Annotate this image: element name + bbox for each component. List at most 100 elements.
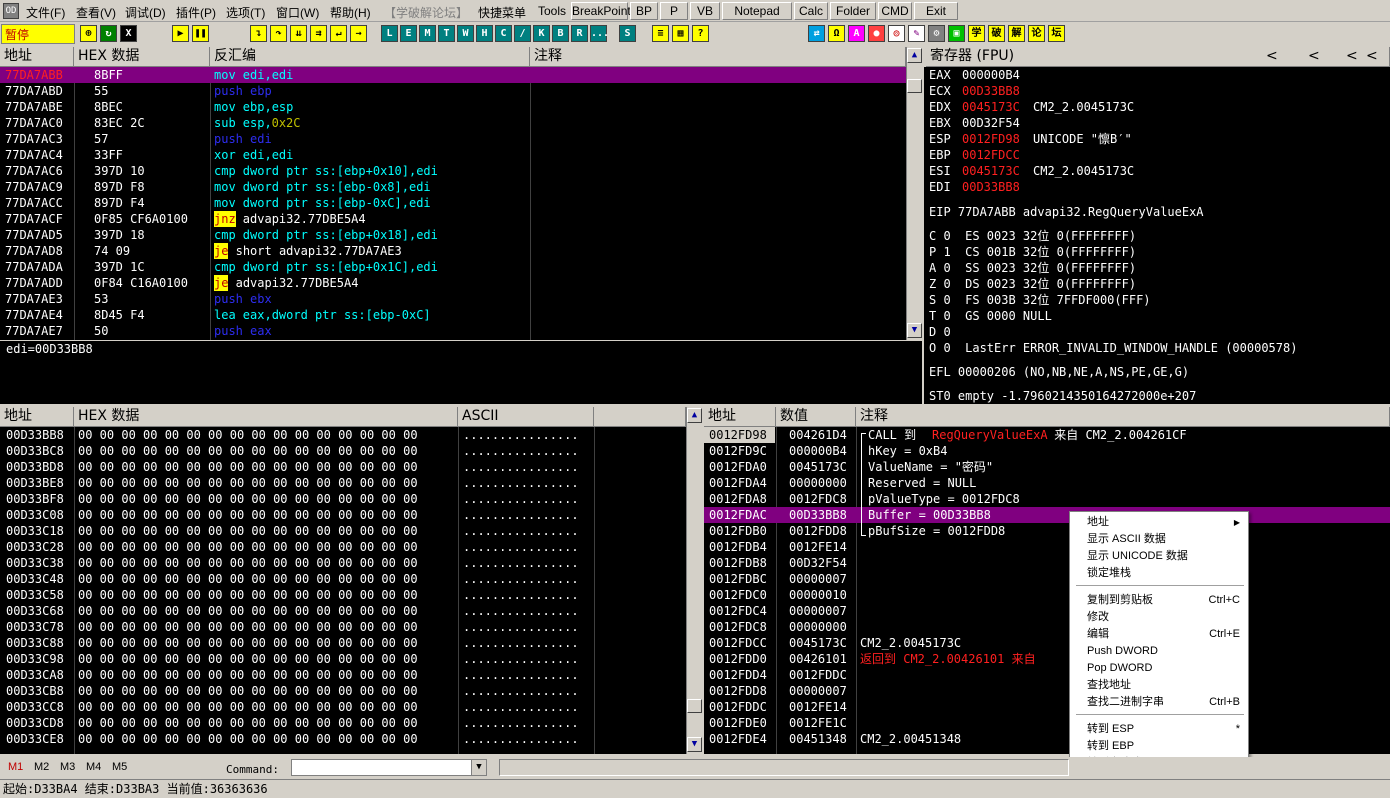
window-m-button[interactable]: M bbox=[419, 25, 436, 42]
dump-row[interactable]: 00D33BE8 00 00 00 00 00 00 00 00 00 00 00… bbox=[0, 475, 686, 491]
tab-m2[interactable]: M2 bbox=[34, 761, 49, 773]
disasm-row[interactable]: 77DA7AD8 74 09 je short advapi32.77DA7AE3 bbox=[0, 243, 906, 259]
dump-row[interactable]: 00D33BC8 00 00 00 00 00 00 00 00 00 00 00… bbox=[0, 443, 686, 459]
dump-pane[interactable]: 00D33BB8 00 00 00 00 00 00 00 00 00 00 00… bbox=[0, 427, 686, 754]
execute-till-return-icon[interactable]: ↵ bbox=[330, 25, 347, 42]
breakpoint-button[interactable]: BreakPoint bbox=[571, 2, 631, 20]
restart-icon[interactable]: ↻ bbox=[100, 25, 117, 42]
trace-into-icon[interactable]: ⇊ bbox=[290, 25, 307, 42]
command-dropdown-icon[interactable]: ▼ bbox=[471, 760, 486, 775]
step-over-icon[interactable]: ↷ bbox=[270, 25, 287, 42]
dump-row[interactable]: 00D33BF8 00 00 00 00 00 00 00 00 00 00 00… bbox=[0, 491, 686, 507]
register-value[interactable]: 0012FDCC bbox=[962, 147, 1020, 163]
menu-options[interactable]: 选项(T) bbox=[226, 4, 265, 21]
stack-row[interactable]: 0012FDA4 00000000 Reserved = NULL bbox=[704, 475, 1390, 491]
disasm-row[interactable]: 77DA7AC9 897D F8 mov dword ptr ss:[ebp-0x8]… bbox=[0, 179, 906, 195]
cpu-disasm-header[interactable]: 反汇编 bbox=[210, 47, 530, 67]
window-h-button[interactable]: H bbox=[476, 25, 493, 42]
dump-scroll-thumb[interactable] bbox=[687, 699, 702, 713]
menu-window[interactable]: 窗口(W) bbox=[276, 4, 319, 21]
window-dots-button[interactable]: ... bbox=[590, 25, 609, 42]
stack-row[interactable]: 0012FDC4 00000007 bbox=[704, 603, 1390, 619]
window-c-button[interactable]: C bbox=[495, 25, 512, 42]
dump-row[interactable]: 00D33C68 00 00 00 00 00 00 00 00 00 00 00… bbox=[0, 603, 686, 619]
forum-lun-button[interactable]: 论 bbox=[1028, 25, 1045, 42]
dump-scrollbar[interactable]: ▲ ▼ bbox=[686, 407, 702, 754]
stack-row[interactable]: 0012FDD4 0012FDDC bbox=[704, 667, 1390, 683]
stack-row[interactable]: 0012FDE4 00451348 CM2_2.00451348 bbox=[704, 731, 1390, 747]
trace-over-icon[interactable]: ⇉ bbox=[310, 25, 327, 42]
stack-row[interactable]: 0012FDD0 00426101 返回到 CM2_2.00426101 来自 bbox=[704, 651, 1390, 667]
flag-line[interactable]: O 0 LastErr ERROR_INVALID_WINDOW_HANDLE … bbox=[929, 340, 1297, 356]
disasm-row[interactable]: 77DA7AE3 53 push ebx bbox=[0, 291, 906, 307]
disasm-row[interactable]: 77DA7ACC 897D F4 mov dword ptr ss:[ebp-0xC]… bbox=[0, 195, 906, 211]
scroll-thumb[interactable] bbox=[907, 79, 922, 93]
screen-icon[interactable]: ▣ bbox=[948, 25, 965, 42]
stack-row[interactable]: 0012FDC8 00000000 bbox=[704, 619, 1390, 635]
register-line[interactable]: EDI 00D33BB8 bbox=[929, 179, 1389, 195]
disasm-row[interactable]: 77DA7AC0 83EC 2C sub esp, 0x2C bbox=[0, 115, 906, 131]
register-line[interactable]: EAX 000000B4 bbox=[929, 67, 1389, 83]
stack-row[interactable]: 0012FDD8 00000007 bbox=[704, 683, 1390, 699]
notepad-button[interactable]: Notepad bbox=[722, 2, 792, 20]
stack-row[interactable]: 0012FDA0 0045173C ValueName = "密码" bbox=[704, 459, 1390, 475]
dump-ascii-header[interactable]: ASCII bbox=[458, 407, 594, 427]
dump-row[interactable]: 00D33C48 00 00 00 00 00 00 00 00 00 00 00… bbox=[0, 571, 686, 587]
run-icon[interactable]: ▶ bbox=[172, 25, 189, 42]
dump-row[interactable]: 00D33CE8 00 00 00 00 00 00 00 00 00 00 00… bbox=[0, 731, 686, 747]
context-menu-item[interactable]: 复制到剪贴板 Ctrl+C bbox=[1070, 592, 1248, 609]
disasm-row[interactable]: 77DA7ABB 8BFF mov edi,edi bbox=[0, 67, 906, 83]
forum-tan-button[interactable]: 坛 bbox=[1048, 25, 1065, 42]
dump-row[interactable]: 00D33C98 00 00 00 00 00 00 00 00 00 00 00… bbox=[0, 651, 686, 667]
cpu-comment-header[interactable]: 注释 bbox=[530, 47, 906, 67]
scroll-down-icon[interactable]: ▼ bbox=[907, 323, 922, 338]
stack-row[interactable]: 0012FDB0 0012FDD8 pBufSize = 0012FDD8 bbox=[704, 523, 1390, 539]
dump-addr-header[interactable]: 地址 bbox=[0, 407, 74, 427]
context-menu-item[interactable]: 显示 UNICODE 数据 bbox=[1070, 548, 1248, 565]
dump-row[interactable]: 00D33CB8 00 00 00 00 00 00 00 00 00 00 00… bbox=[0, 683, 686, 699]
dump-scroll-down-icon[interactable]: ▼ bbox=[687, 737, 702, 752]
dump-hex-header[interactable]: HEX 数据 bbox=[74, 407, 458, 427]
grid-icon[interactable]: ▦ bbox=[672, 25, 689, 42]
step-into-icon[interactable]: ↴ bbox=[250, 25, 267, 42]
target-icon[interactable]: ◎ bbox=[888, 25, 905, 42]
a-icon[interactable]: A bbox=[848, 25, 865, 42]
reg-arrow-3[interactable]: < bbox=[1346, 47, 1358, 66]
stack-row[interactable]: 0012FDA8 0012FDC8 pValueType = 0012FDC8 bbox=[704, 491, 1390, 507]
stack-row[interactable]: 0012FDCC 0045173C CM2_2.0045173C bbox=[704, 635, 1390, 651]
registers-header[interactable]: 寄存器 (FPU) < < < < bbox=[926, 47, 1390, 67]
window-k-button[interactable]: K bbox=[533, 25, 550, 42]
register-line[interactable]: ECX 00D33BB8 bbox=[929, 83, 1389, 99]
app-icon[interactable]: OD bbox=[3, 3, 19, 19]
register-value[interactable]: 0045173C bbox=[962, 163, 1020, 179]
stack-row[interactable]: 0012FDB8 00D32F54 bbox=[704, 555, 1390, 571]
context-menu-item[interactable]: 查找二进制字串 Ctrl+B bbox=[1070, 694, 1248, 711]
window-b-button[interactable]: B bbox=[552, 25, 569, 42]
plugin-icon[interactable]: Ω bbox=[828, 25, 845, 42]
register-value[interactable]: 00D32F54 bbox=[962, 115, 1020, 131]
stack-pane[interactable]: 0012FD98 004261D4 CALL 到 RegQueryValueExA … bbox=[704, 427, 1390, 754]
menu-forum[interactable]: 【学破解论坛】 bbox=[384, 4, 468, 21]
reg-arrow-4[interactable]: < bbox=[1366, 47, 1378, 66]
exit-button[interactable]: Exit bbox=[914, 2, 958, 20]
open-icon[interactable]: ⊕ bbox=[80, 25, 97, 42]
disasm-row[interactable]: 77DA7ADA 397D 1C cmp dword ptr ss:[ebp+0x1C… bbox=[0, 259, 906, 275]
flag-line[interactable]: S 0 FS 003B 32位 7FFDF000(FFF) bbox=[929, 292, 1151, 308]
stack-addr-header[interactable]: 地址 bbox=[704, 407, 776, 427]
help-icon[interactable]: ? bbox=[692, 25, 709, 42]
record-icon[interactable]: ● bbox=[868, 25, 885, 42]
flag-line[interactable]: Z 0 DS 0023 32位 0(FFFFFFFF) bbox=[929, 276, 1136, 292]
dump-row[interactable]: 00D33C88 00 00 00 00 00 00 00 00 00 00 00… bbox=[0, 635, 686, 651]
stack-val-header[interactable]: 数值 bbox=[776, 407, 856, 427]
menu-help[interactable]: 帮助(H) bbox=[330, 4, 371, 21]
calc-button[interactable]: Calc bbox=[794, 2, 828, 20]
reg-arrow-2[interactable]: < bbox=[1308, 47, 1320, 66]
stack-row[interactable]: 0012FDAC 00D33BB8 Buffer = 00D33BB8 bbox=[704, 507, 1390, 523]
dump-row[interactable]: 00D33CD8 00 00 00 00 00 00 00 00 00 00 00… bbox=[0, 715, 686, 731]
dump-row[interactable]: 00D33C78 00 00 00 00 00 00 00 00 00 00 00… bbox=[0, 619, 686, 635]
context-menu-item[interactable]: 修改 bbox=[1070, 609, 1248, 626]
context-menu-item[interactable]: Pop DWORD bbox=[1070, 660, 1248, 677]
flag-line[interactable]: C 0 ES 0023 32位 0(FFFFFFFF) bbox=[929, 228, 1136, 244]
scroll-up-icon[interactable]: ▲ bbox=[907, 48, 922, 63]
stack-row[interactable]: 0012FD9C 000000B4 hKey = 0xB4 bbox=[704, 443, 1390, 459]
